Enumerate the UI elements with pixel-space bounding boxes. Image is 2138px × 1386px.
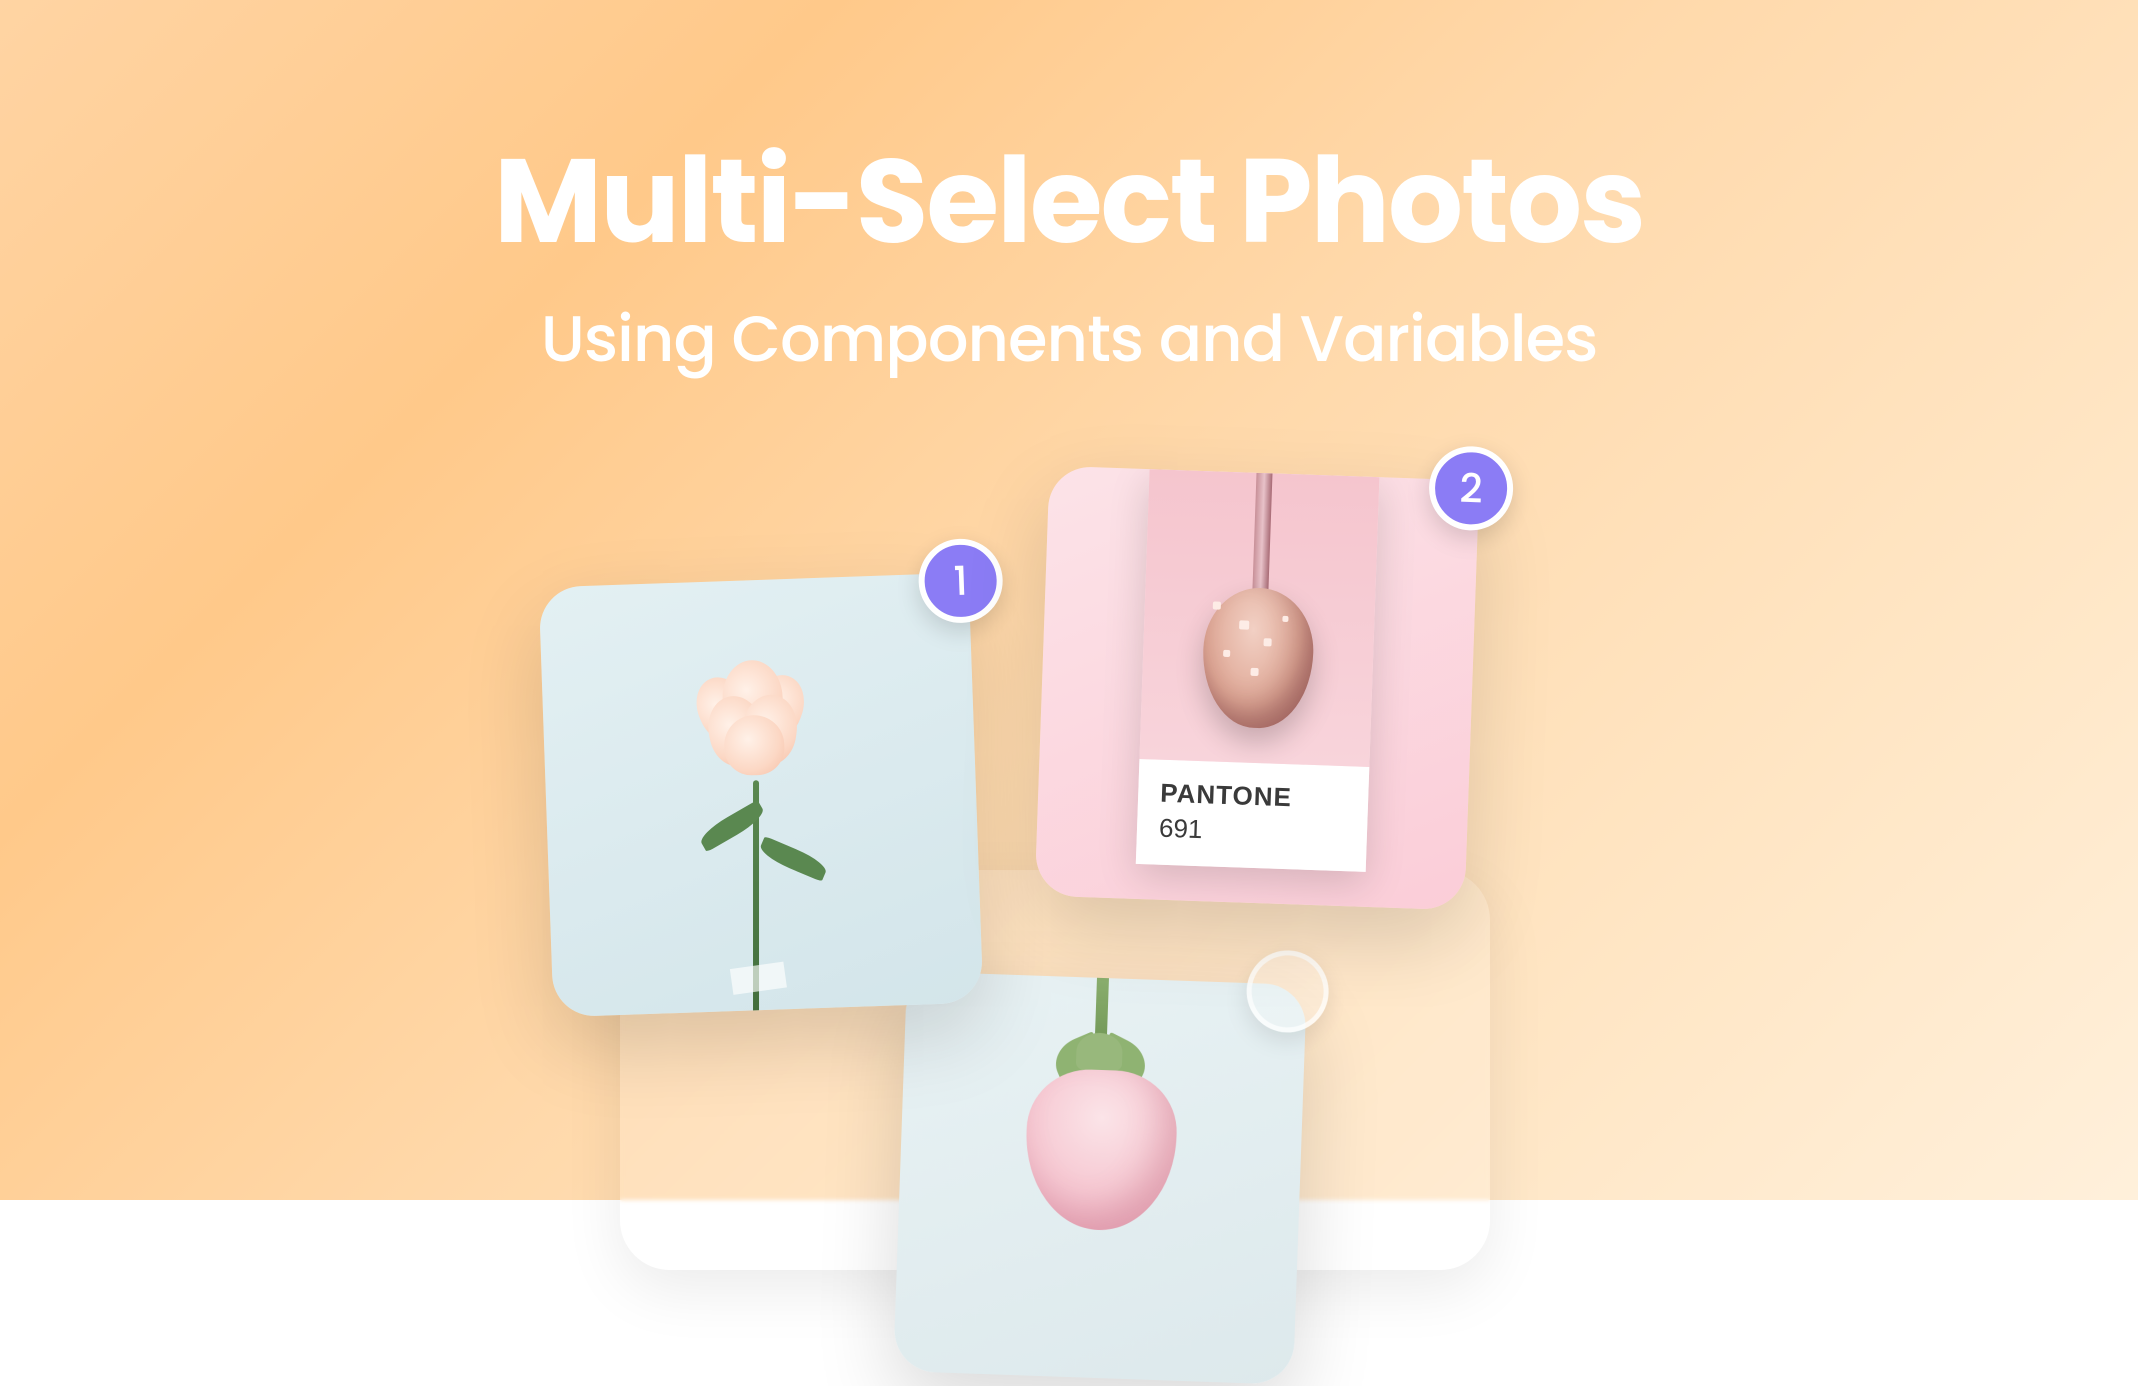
cards-area: 1 PANTONE 691 bbox=[0, 0, 2138, 1200]
photo-card-1[interactable]: 1 bbox=[539, 573, 984, 1018]
photo-thumbnail bbox=[893, 971, 1307, 1385]
pantone-brand: PANTONE bbox=[1160, 778, 1347, 815]
photo-thumbnail bbox=[539, 573, 984, 1018]
selection-order: 2 bbox=[1459, 458, 1484, 519]
photo-card-2[interactable]: PANTONE 691 2 bbox=[1035, 466, 1480, 911]
selection-order: 1 bbox=[953, 551, 969, 611]
photo-thumbnail: PANTONE 691 bbox=[1035, 466, 1480, 911]
photo-card-3[interactable] bbox=[893, 971, 1307, 1385]
pantone-code: 691 bbox=[1159, 813, 1346, 850]
